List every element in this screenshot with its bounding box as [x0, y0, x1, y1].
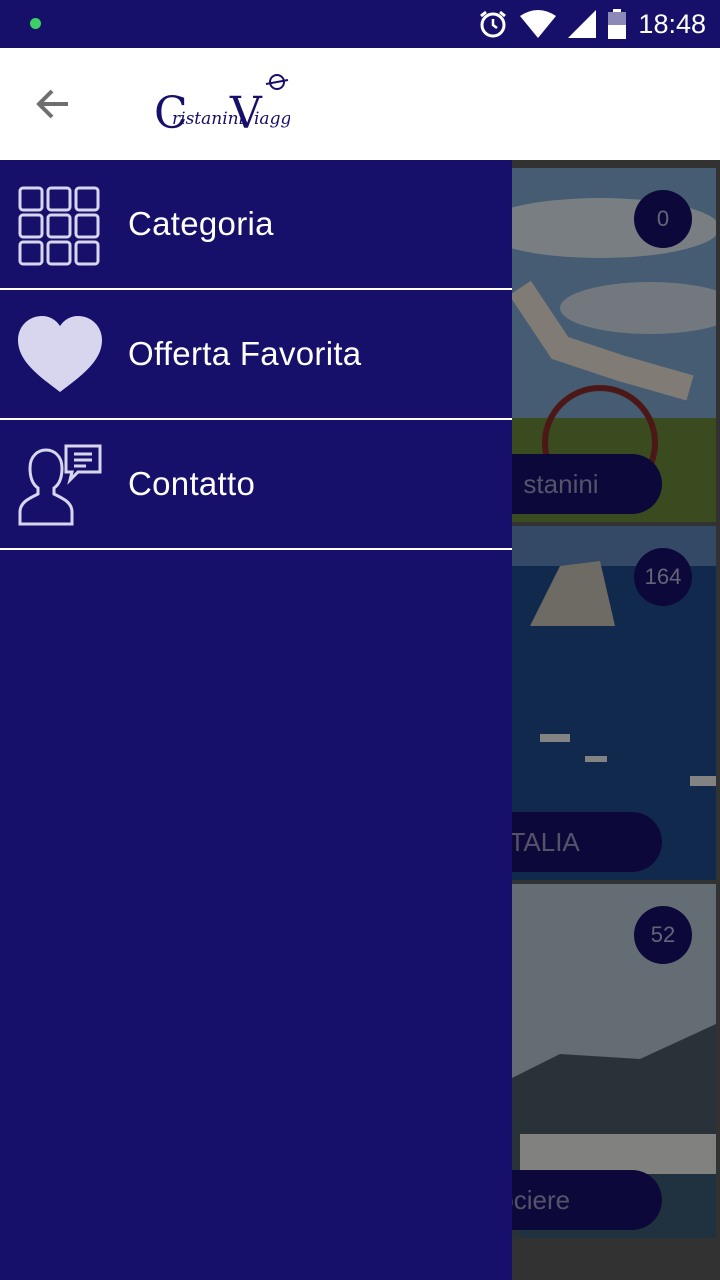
alarm-icon — [480, 10, 507, 38]
heart-icon — [18, 316, 102, 392]
back-arrow-icon[interactable] — [30, 84, 80, 124]
drawer-item-contatto[interactable]: Contatto — [0, 420, 512, 550]
drawer-item-label: Categoria — [128, 205, 274, 242]
battery-icon — [608, 9, 627, 39]
status-icons: 18:48 — [478, 0, 706, 48]
signal-icon — [568, 10, 597, 38]
drawer-item-offerta-favorita[interactable]: Offerta Favorita — [0, 290, 512, 420]
navigation-drawer: Categoria Offerta Favorita Contatto — [0, 160, 512, 1280]
status-bar: 18:48 — [0, 0, 720, 48]
grid-icon — [18, 186, 100, 266]
drawer-item-label: Contatto — [128, 465, 256, 502]
svg-text:iaggi: iaggi — [254, 109, 290, 129]
drawer-item-label: Offerta Favorita — [128, 335, 362, 372]
status-time: 18:48 — [638, 8, 706, 39]
drawer-item-categoria[interactable]: Categoria — [0, 160, 512, 290]
logo: C ristanini V iaggi — [154, 74, 290, 136]
contact-icon — [18, 444, 102, 526]
notification-dot-icon — [30, 18, 41, 29]
wifi-icon — [520, 10, 557, 38]
app-bar: C ristanini V iaggi — [0, 48, 720, 160]
